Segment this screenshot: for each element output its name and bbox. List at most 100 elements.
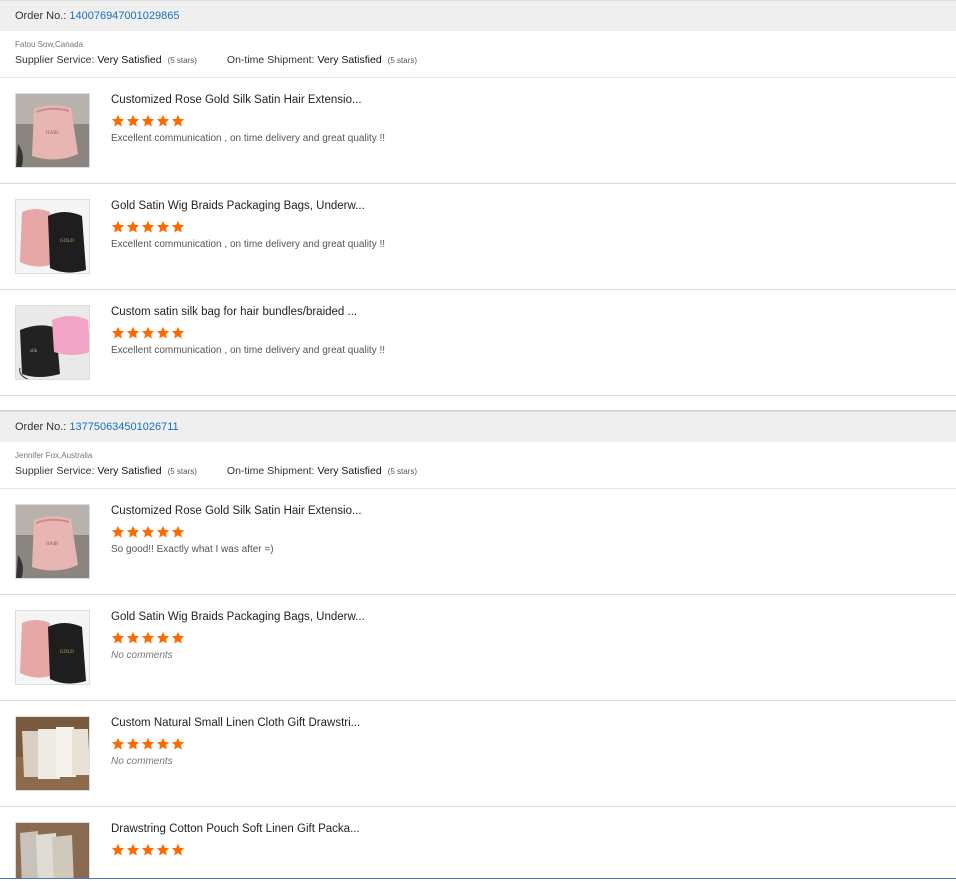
shipment-value: Very Satisfied: [317, 465, 382, 477]
order-number-link[interactable]: 137750634501026711: [69, 421, 178, 433]
review-info: Gold Satin Wig Braids Packaging Bags, Un…: [111, 610, 365, 685]
star-icon: [156, 326, 170, 339]
review-comment: Excellent communication , on time delive…: [111, 239, 386, 250]
star-icon: [126, 114, 140, 127]
supplier-service-label: Supplier Service:: [15, 54, 95, 66]
buyer-name: Jennifer Fox,Australia: [15, 451, 93, 460]
star-icon: [156, 843, 170, 856]
star-icon: [111, 114, 125, 127]
supplier-service-value: Very Satisfied: [97, 54, 162, 66]
svg-text:GOLD: GOLD: [60, 239, 74, 244]
buyer-summary: Fatou Sow,Canada Supplier Service: Very …: [0, 31, 956, 78]
shipment-stars: (5 stars): [387, 56, 418, 65]
star-icon: [141, 843, 155, 856]
star-icon: [111, 737, 125, 750]
star-icon: [141, 114, 155, 127]
product-title-link[interactable]: Customized Rose Gold Silk Satin Hair Ext…: [111, 505, 362, 517]
review-info: Customized Rose Gold Silk Satin Hair Ext…: [111, 504, 362, 579]
product-title-link[interactable]: Drawstring Cotton Pouch Soft Linen Gift …: [111, 823, 360, 835]
supplier-service-stars: (5 stars): [167, 467, 197, 476]
star-icon: [156, 220, 170, 233]
star-icon: [171, 631, 185, 644]
supplier-service-stars: (5 stars): [167, 56, 197, 65]
star-icon: [156, 525, 170, 538]
star-icon: [171, 220, 185, 233]
order-header: Order No.: 140076947001029865: [0, 0, 956, 31]
svg-text:HAIR: HAIR: [46, 542, 59, 547]
review-item: Drawstring Cotton Pouch Soft Linen Gift …: [0, 807, 956, 881]
product-title-link[interactable]: Custom satin silk bag for hair bundles/b…: [111, 306, 385, 318]
review-info: Customized Rose Gold Silk Satin Hair Ext…: [111, 93, 385, 168]
shipment-value: Very Satisfied: [317, 54, 382, 66]
order-label: Order No.:: [15, 421, 67, 433]
star-icon: [126, 631, 140, 644]
review-item: HAIR Customized Rose Gold Silk Satin Hai…: [0, 78, 956, 184]
review-comment: Excellent communication , on time delive…: [111, 345, 386, 356]
star-icon: [171, 326, 185, 339]
cotton-pouch-image[interactable]: [15, 822, 90, 881]
star-icon: [156, 631, 170, 644]
pink-black-bags-image[interactable]: GOLD: [15, 610, 90, 685]
star-rating: [111, 326, 385, 340]
star-icon: [126, 737, 140, 750]
star-icon: [141, 220, 155, 233]
star-icon: [141, 631, 155, 644]
product-title-link[interactable]: Custom Natural Small Linen Cloth Gift Dr…: [111, 717, 360, 729]
review-info: Custom satin silk bag for hair bundles/b…: [111, 305, 385, 380]
star-icon: [141, 737, 155, 750]
star-icon: [171, 525, 185, 538]
order-number-link[interactable]: 140076947001029865: [69, 10, 179, 22]
star-icon: [126, 326, 140, 339]
buyer-name: Fatou Sow,Canada: [15, 40, 84, 49]
review-comment: No comments: [111, 756, 173, 767]
review-info: Custom Natural Small Linen Cloth Gift Dr…: [111, 716, 360, 791]
star-icon: [156, 114, 170, 127]
svg-text:HAIR: HAIR: [46, 131, 59, 136]
linen-bags-image[interactable]: [15, 716, 90, 791]
shipment-stars: (5 stars): [387, 467, 418, 476]
review-item: HAIR Customized Rose Gold Silk Satin Hai…: [0, 489, 956, 595]
review-item: GOLD Gold Satin Wig Braids Packaging Bag…: [0, 184, 956, 290]
black-pink-bags-image[interactable]: silk: [15, 305, 90, 380]
shipment-label: On-time Shipment:: [226, 465, 315, 477]
star-rating: [111, 220, 385, 234]
star-icon: [141, 326, 155, 339]
order-header: Order No.: 137750634501026711: [0, 411, 956, 442]
star-icon: [111, 631, 125, 644]
star-rating: [111, 631, 365, 645]
product-title-link[interactable]: Customized Rose Gold Silk Satin Hair Ext…: [111, 94, 385, 106]
review-info: Drawstring Cotton Pouch Soft Linen Gift …: [111, 822, 360, 881]
shipment-label: On-time Shipment:: [226, 54, 315, 66]
star-icon: [111, 326, 125, 339]
pink-black-bags-image[interactable]: GOLD: [15, 199, 90, 274]
star-icon: [111, 220, 125, 233]
star-icon: [126, 220, 140, 233]
supplier-service-label: Supplier Service:: [15, 465, 95, 477]
svg-text:silk: silk: [30, 349, 38, 354]
star-icon: [156, 737, 170, 750]
star-icon: [171, 737, 185, 750]
pink-satin-bag-image[interactable]: HAIR: [15, 504, 90, 579]
review-comment: No comments: [111, 650, 173, 661]
buyer-summary: Jennifer Fox,Australia Supplier Service:…: [0, 442, 956, 489]
star-rating: [111, 737, 360, 751]
star-rating: [111, 843, 360, 857]
ratings-line: Supplier Service: Very Satisfied (5 star…: [15, 465, 941, 477]
review-item: silk Custom satin silk bag for hair bund…: [0, 290, 956, 396]
feedback-list: Order No.: 140076947001029865 Fatou Sow,…: [0, 0, 956, 881]
order-separator: [0, 396, 956, 411]
review-item: GOLD Gold Satin Wig Braids Packaging Bag…: [0, 595, 956, 701]
review-info: Gold Satin Wig Braids Packaging Bags, Un…: [111, 199, 385, 274]
star-icon: [111, 525, 125, 538]
order-label: Order No.:: [15, 10, 67, 22]
review-comment: So good!! Exactly what I was after =): [111, 544, 274, 555]
review-comment: Excellent communication , on time delive…: [111, 133, 386, 144]
product-title-link[interactable]: Gold Satin Wig Braids Packaging Bags, Un…: [111, 200, 385, 212]
pink-satin-bag-image[interactable]: HAIR: [15, 93, 90, 168]
svg-text:GOLD: GOLD: [60, 650, 74, 655]
review-item: Custom Natural Small Linen Cloth Gift Dr…: [0, 701, 956, 807]
star-icon: [171, 843, 185, 856]
star-icon: [111, 843, 125, 856]
product-title-link[interactable]: Gold Satin Wig Braids Packaging Bags, Un…: [111, 611, 365, 623]
star-rating: [111, 525, 362, 539]
